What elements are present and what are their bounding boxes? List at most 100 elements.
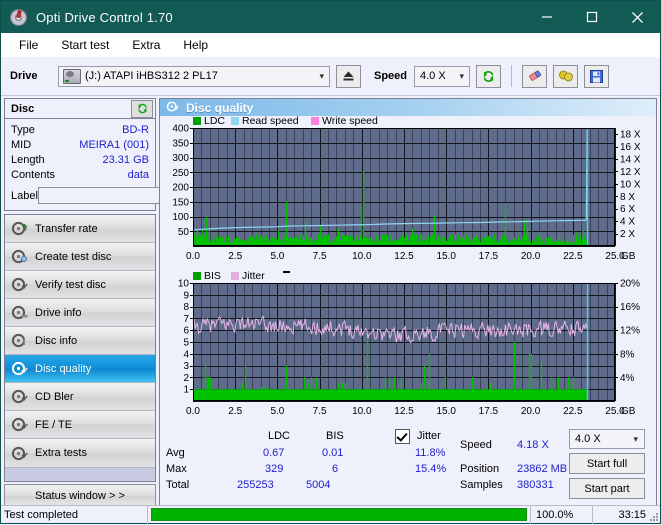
disc-contents-label: Contents	[11, 168, 56, 181]
sidebar-item-extra-tests[interactable]: Extra tests	[5, 439, 155, 467]
svg-text:4 X: 4 X	[620, 217, 635, 228]
speed-select[interactable]: 4.0 X ▾	[414, 65, 470, 87]
bis-jitter-chart[interactable]: 10 9 8 7 6 5 4 3 2 1 20% 16% 12% 8% 4% 0.0 2.5 5.0 7.5 10.0…	[160, 270, 656, 426]
maximize-button[interactable]	[569, 1, 614, 33]
menu-start-test[interactable]: Start test	[52, 36, 118, 54]
test-speed-select[interactable]: 4.0 X ▾	[569, 429, 645, 449]
erase-button[interactable]	[522, 64, 547, 88]
jitter-checkbox[interactable]	[395, 429, 410, 444]
svg-text:7: 7	[183, 314, 189, 325]
disc-fete-icon	[11, 417, 28, 432]
disc-quality-icon	[166, 100, 179, 116]
svg-text:5.0: 5.0	[270, 251, 284, 262]
test-nav-list: Transfer rate Create test disc Verify te…	[4, 214, 156, 482]
svg-text:17.5: 17.5	[479, 406, 499, 417]
sidebar-item-create-test-disc[interactable]: Create test disc	[5, 243, 155, 271]
svg-text:9: 9	[183, 290, 189, 301]
menu-file[interactable]: File	[10, 36, 47, 54]
menu-help[interactable]: Help	[174, 36, 217, 54]
sidebar-item-cd-bler[interactable]: CD Bler	[5, 383, 155, 411]
start-part-button[interactable]: Start part	[569, 478, 645, 499]
save-button[interactable]	[584, 64, 609, 88]
stats-row-label-total: Total	[166, 479, 190, 491]
svg-text:10 X: 10 X	[620, 179, 641, 190]
svg-text:50: 50	[178, 227, 190, 238]
statistics-panel: LDC BIS Jitter Avg 0.67 0.01 11.8% Max 3…	[160, 426, 656, 499]
position-stat-label: Position	[460, 463, 500, 475]
eject-button[interactable]	[336, 64, 361, 88]
window-title: Opti Drive Control 1.70	[36, 9, 173, 25]
sidebar-item-disc-quality[interactable]: Disc quality	[5, 355, 155, 383]
start-full-button[interactable]: Start full	[569, 453, 645, 474]
nav-filler	[5, 467, 155, 481]
sidebar-item-transfer-rate[interactable]: Transfer rate	[5, 215, 155, 243]
sidebar-item-label: FE / TE	[35, 418, 73, 431]
progress-percent: 100.0%	[530, 505, 592, 524]
chevron-down-icon: ▾	[459, 70, 464, 81]
content-title: Disc quality	[186, 100, 254, 115]
drive-select[interactable]: (J:) ATAPI iHBS312 2 PL17 ▾	[58, 65, 330, 87]
disc-row-length: Length 23.31 GB	[11, 152, 149, 167]
title-bar: Opti Drive Control 1.70	[1, 1, 660, 33]
sidebar-item-label: Disc info	[35, 334, 78, 347]
stats-row-label-avg: Avg	[166, 447, 185, 459]
svg-text:GB: GB	[621, 251, 636, 262]
bis-max-value: 6	[332, 463, 339, 475]
svg-text:100: 100	[172, 212, 189, 223]
svg-text:GB: GB	[621, 406, 636, 417]
bulb-button[interactable]	[553, 64, 578, 88]
chevron-down-icon: ▾	[633, 433, 638, 444]
sidebar-item-fe-te[interactable]: FE / TE	[5, 411, 155, 439]
sidebar-item-drive-info[interactable]: Drive info	[5, 299, 155, 327]
resize-grip[interactable]	[648, 511, 658, 521]
sidebar-item-label: Create test disc	[35, 250, 112, 263]
svg-text:250: 250	[172, 168, 189, 179]
sidebar-item-disc-info[interactable]: Disc info	[5, 327, 155, 355]
progress-container	[148, 506, 530, 524]
svg-text:Write speed: Write speed	[322, 116, 378, 127]
svg-text:20.0: 20.0	[521, 251, 541, 262]
svg-text:200: 200	[172, 183, 189, 194]
content-area: Disc quality 400 350 300 250 200 150 100 50 18 X…	[159, 96, 660, 525]
menu-extra[interactable]: Extra	[123, 36, 169, 54]
disc-row-mid: MID MEIRA1 (001)	[11, 137, 149, 152]
sidebar-item-label: Transfer rate	[35, 222, 98, 235]
eraser-icon	[528, 70, 541, 81]
minimize-button[interactable]	[524, 1, 569, 33]
disc-refresh-button[interactable]	[131, 99, 153, 118]
speed-stat-label: Speed	[460, 439, 492, 451]
jitter-avg-value: 11.8%	[415, 447, 446, 459]
svg-text:2: 2	[183, 373, 189, 384]
svg-text:7.5: 7.5	[313, 406, 327, 417]
disc-length-label: Length	[11, 153, 45, 166]
refresh-icon	[483, 70, 494, 82]
ldc-chart-svg: 4003503002502001501005018 X16 X14 X12 X1…	[172, 115, 641, 262]
close-button[interactable]	[614, 1, 660, 33]
save-icon	[590, 69, 603, 83]
disc-info-icon	[11, 333, 28, 348]
svg-text:3: 3	[183, 361, 189, 372]
svg-text:Jitter: Jitter	[242, 271, 265, 282]
svg-text:18 X: 18 X	[620, 130, 641, 141]
window-controls	[524, 1, 660, 33]
svg-text:BIS: BIS	[204, 271, 221, 282]
bis-jitter-chart-svg: 10987654321 20% 16% 12% 8% 4% 0.0 2.5 5.0 7.5 10.0…	[178, 270, 640, 417]
ldc-chart[interactable]: 400 350 300 250 200 150 100 50 18 X 16 X 14 X 12 X1…	[160, 115, 656, 271]
svg-text:12.5: 12.5	[394, 406, 414, 417]
svg-text:10: 10	[178, 279, 190, 290]
refresh-icon	[137, 103, 147, 114]
sidebar-item-label: Drive info	[35, 306, 82, 319]
status-message: Test completed	[1, 505, 148, 524]
svg-text:10.0: 10.0	[352, 406, 372, 417]
stats-header-ldc: LDC	[268, 430, 291, 442]
refresh-button[interactable]	[476, 64, 501, 88]
svg-text:7.5: 7.5	[313, 251, 327, 262]
status-bar: Test completed 100.0% 33:15	[1, 505, 660, 524]
sidebar-item-verify-test-disc[interactable]: Verify test disc	[5, 271, 155, 299]
left-sidebar: Disc Type BD-R MID MEIRA1 (001) Length 2…	[1, 96, 241, 525]
disc-contents-value: data	[127, 168, 149, 181]
svg-text:Read speed: Read speed	[242, 116, 299, 127]
progress-bar	[151, 508, 527, 521]
bis-total-value: 5004	[306, 479, 331, 491]
disc-verify-icon	[11, 277, 28, 292]
